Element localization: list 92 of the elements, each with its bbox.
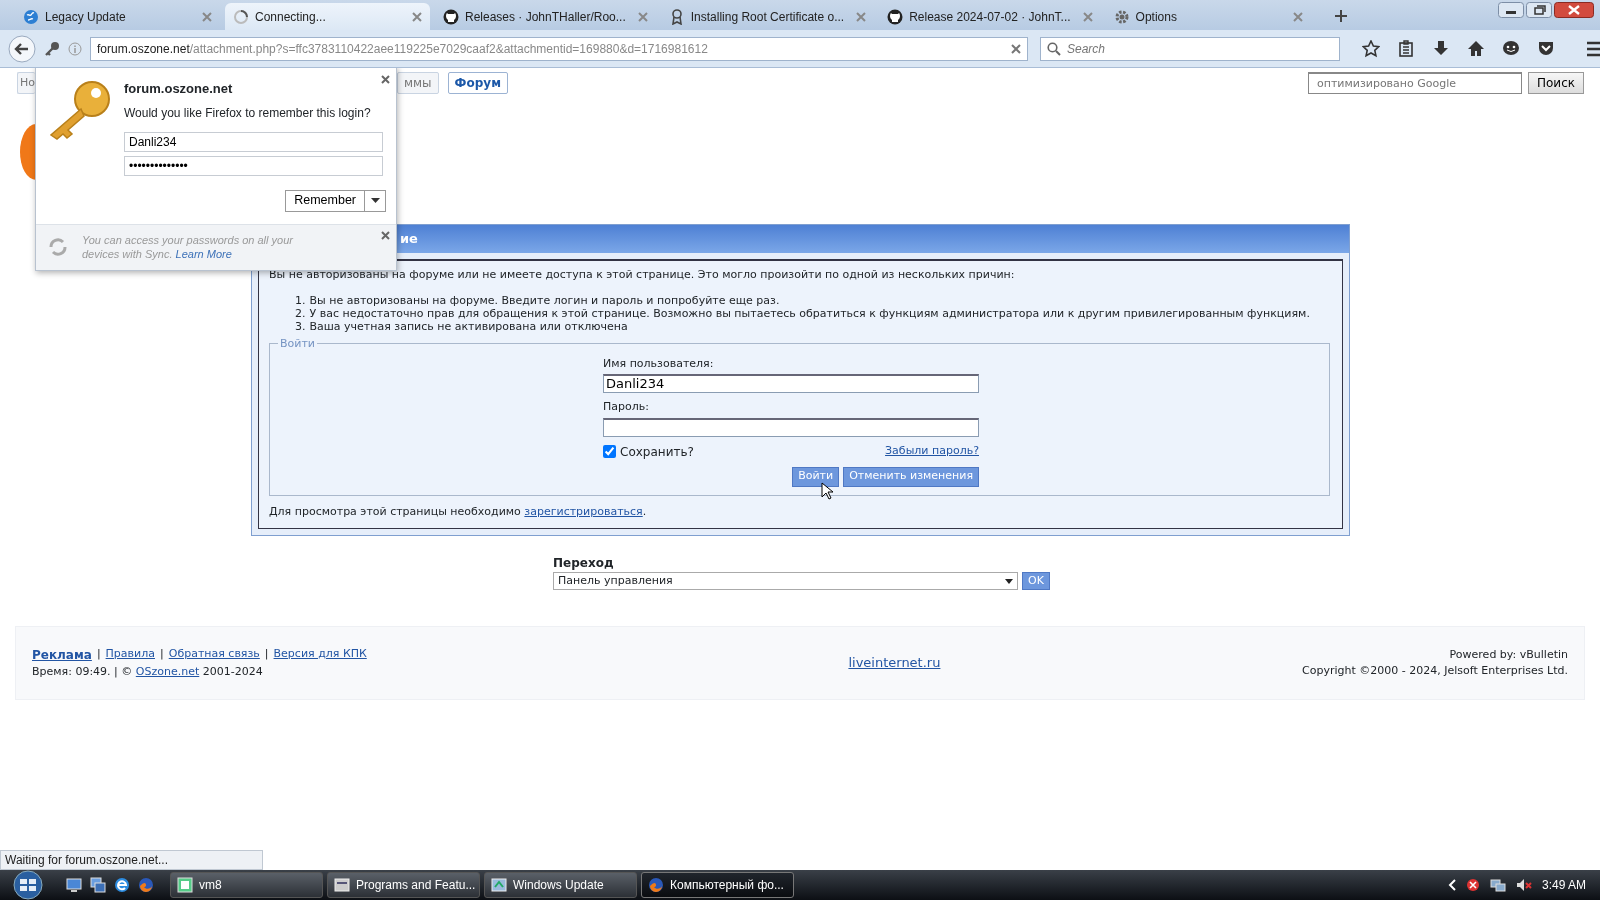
browser-tab[interactable]: Connecting... bbox=[225, 3, 430, 30]
password-field[interactable]: •••••••••••••• bbox=[124, 155, 383, 176]
field-label: Пароль: bbox=[603, 399, 650, 415]
footer-link[interactable]: Обратная связь bbox=[168, 645, 260, 664]
new-tab-icon[interactable] bbox=[1333, 9, 1348, 23]
download-icon[interactable] bbox=[1432, 39, 1450, 58]
site-link[interactable]: OSzone.net bbox=[135, 664, 200, 678]
bookmark-star-icon[interactable] bbox=[1362, 39, 1380, 58]
search-field[interactable]: Search bbox=[1040, 36, 1340, 61]
list-number: 2. bbox=[295, 306, 306, 320]
browser-tab[interactable]: Options bbox=[1105, 3, 1311, 30]
jump-label: Переход bbox=[553, 555, 615, 572]
powered-by-text: Powered by: vBulletin bbox=[1448, 646, 1568, 663]
app-icon bbox=[648, 877, 664, 893]
menu-icon[interactable] bbox=[1586, 40, 1600, 57]
browser-tab[interactable]: Installing Root Certificate o... bbox=[660, 3, 875, 30]
cursor-icon bbox=[821, 481, 833, 500]
list-number: 1. bbox=[295, 293, 306, 307]
username-field[interactable]: Danli234 bbox=[124, 131, 383, 152]
settings-icon bbox=[1113, 8, 1130, 25]
field-label: Имя пользователя: bbox=[603, 355, 715, 372]
volume-muted-icon[interactable] bbox=[1515, 877, 1532, 893]
forum-tab[interactable]: Но bbox=[17, 72, 35, 94]
loading-icon bbox=[233, 8, 249, 25]
home-icon[interactable] bbox=[1467, 39, 1485, 58]
browser-e-icon[interactable] bbox=[114, 877, 130, 893]
close-icon[interactable] bbox=[381, 75, 390, 84]
dropdown-arrow-icon bbox=[1005, 578, 1013, 584]
separator-text: | bbox=[96, 645, 101, 662]
chat-icon[interactable] bbox=[1502, 39, 1520, 58]
username-field[interactable]: Danli234 bbox=[603, 374, 979, 393]
reason-text: У вас недостаточно прав для обращения к этой странице. Возможно вы пытаетесь обратиться к функциям администратора или к другим привилегированным функциям. bbox=[309, 306, 1310, 320]
clock-text: 3:49 AM bbox=[1541, 877, 1586, 894]
network-icon[interactable] bbox=[1489, 877, 1506, 893]
address-bar[interactable]: forum.oszone.net/attachment.php?s=ffc3783110422aee119225e7029caaf2&attachmentid=169880&d=1716981612 bbox=[90, 36, 1028, 61]
logo-icon bbox=[20, 124, 36, 180]
jump-select[interactable]: Панель управления bbox=[553, 572, 1018, 590]
search-icon bbox=[1047, 41, 1061, 56]
forum-tab[interactable]: ммы bbox=[397, 72, 439, 94]
chevron-icon[interactable] bbox=[1447, 879, 1456, 891]
search-button[interactable]: Поиск bbox=[1528, 72, 1584, 94]
close-icon[interactable] bbox=[1011, 43, 1021, 54]
globe-icon bbox=[23, 8, 39, 25]
learn-more-link[interactable]: Learn More bbox=[175, 248, 232, 260]
minimize-icon[interactable] bbox=[1498, 2, 1524, 18]
separator-text: | bbox=[160, 645, 164, 662]
counter-link[interactable]: liveinternet.ru bbox=[848, 653, 941, 673]
register-sentence: Для просмотра этой страницы необходимо зарегистрироваться. bbox=[269, 503, 648, 520]
caret-icon bbox=[370, 198, 380, 203]
clipboard-icon[interactable] bbox=[1397, 39, 1415, 58]
restore-icon[interactable] bbox=[1526, 2, 1552, 18]
footer-link[interactable]: Версия для КПК bbox=[273, 645, 367, 664]
forgot-password-link[interactable]: Забыли пароль? bbox=[885, 443, 979, 460]
footer-link[interactable]: Правила bbox=[105, 645, 155, 664]
windows-switch-icon[interactable] bbox=[90, 877, 106, 893]
app-icon bbox=[334, 877, 350, 893]
browser-tab[interactable]: Releases · JohnTHaller/Roo... bbox=[435, 3, 656, 30]
fox-globe-icon[interactable] bbox=[138, 877, 154, 893]
forum-tab[interactable]: Форум bbox=[447, 72, 508, 94]
sync-icon bbox=[48, 237, 68, 257]
status-text: Waiting for forum.oszone.net... bbox=[0, 850, 263, 870]
error-icon[interactable] bbox=[1465, 878, 1480, 892]
footer-link[interactable]: Реклама bbox=[32, 645, 92, 664]
taskbar-button[interactable]: Компьютерный фо... bbox=[641, 872, 794, 898]
site-title: forum.oszone.net bbox=[124, 80, 234, 98]
key-icon[interactable] bbox=[44, 40, 60, 57]
app-icon bbox=[491, 877, 507, 893]
time-text: Время: 09:49. | © OSzone.net 2001-2024 bbox=[32, 663, 264, 680]
password-field[interactable] bbox=[603, 417, 979, 437]
remember-button[interactable]: Remember bbox=[285, 189, 364, 212]
close-icon[interactable] bbox=[381, 230, 390, 240]
close-icon[interactable] bbox=[1554, 2, 1594, 18]
app-icon bbox=[177, 877, 193, 893]
search-field[interactable]: оптимизировано Google bbox=[1308, 72, 1522, 94]
separator-text: | bbox=[264, 645, 269, 662]
taskbar-button[interactable]: Windows Update bbox=[484, 872, 637, 898]
remember-checkbox[interactable] bbox=[603, 445, 616, 458]
checkbox-label: Сохранить? bbox=[620, 443, 694, 461]
pocket-icon[interactable] bbox=[1537, 39, 1555, 58]
back-icon[interactable] bbox=[8, 34, 36, 63]
reason-text: Ваша учетная запись не активирована или отключена bbox=[309, 319, 628, 333]
browser-tab[interactable]: Legacy Update bbox=[15, 3, 220, 30]
register-link[interactable]: зарегистрироваться bbox=[524, 504, 643, 518]
taskbar-button[interactable]: Programs and Featu... bbox=[327, 872, 480, 898]
prompt-text: Would you like Firefox to remember this login? bbox=[124, 104, 372, 122]
reason-text: Вы не авторизованы на форуме. Введите логин и пароль и попробуйте еще раз. bbox=[309, 293, 780, 307]
desktop-icon[interactable] bbox=[66, 877, 82, 893]
copyright-text: Copyright ©2000 - 2024, Jelsoft Enterprises Ltd. bbox=[1302, 663, 1568, 679]
dropdown-button[interactable] bbox=[364, 189, 386, 212]
browser-tab[interactable]: Release 2024-07-02 · JohnT... bbox=[879, 3, 1101, 30]
taskbar-button[interactable]: vm8 bbox=[170, 872, 323, 898]
list-number: 3. bbox=[295, 319, 306, 333]
